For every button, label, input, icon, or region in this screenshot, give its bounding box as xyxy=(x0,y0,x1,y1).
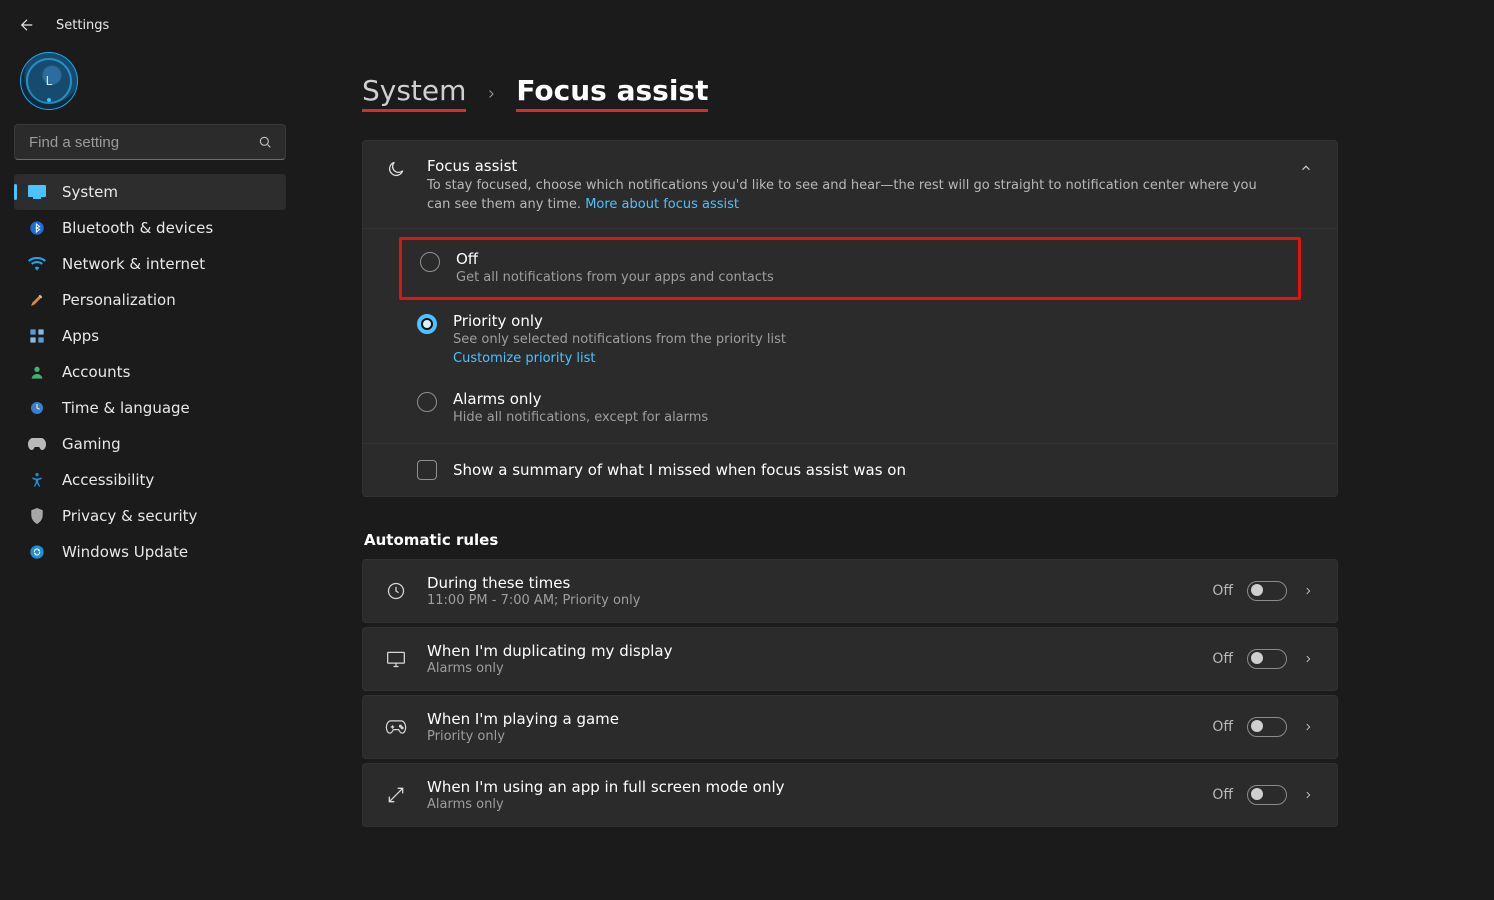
breadcrumb: System Focus assist xyxy=(362,54,1338,112)
globe-clock-icon xyxy=(28,399,46,417)
bluetooth-icon xyxy=(28,219,46,237)
customize-priority-link[interactable]: Customize priority list xyxy=(453,351,786,366)
sidebar-item-label: Personalization xyxy=(62,291,176,309)
apps-icon xyxy=(28,327,46,345)
person-icon xyxy=(28,363,46,381)
sidebar-item-label: Windows Update xyxy=(62,543,188,561)
sidebar-item-privacy[interactable]: Privacy & security xyxy=(14,498,286,534)
rule-state: Off xyxy=(1212,583,1233,599)
rule-subtitle: Priority only xyxy=(427,729,1192,744)
sidebar-item-personalization[interactable]: Personalization xyxy=(14,282,286,318)
radio-description: Get all notifications from your apps and… xyxy=(456,270,774,285)
focus-assist-card: Focus assist To stay focused, choose whi… xyxy=(362,140,1338,498)
display-icon xyxy=(28,183,46,201)
sidebar-item-update[interactable]: Windows Update xyxy=(14,534,286,570)
sidebar-item-label: Time & language xyxy=(62,399,190,417)
sidebar-item-accessibility[interactable]: Accessibility xyxy=(14,462,286,498)
radio-label: Priority only xyxy=(453,312,786,330)
rule-during-times[interactable]: During these times 11:00 PM - 7:00 AM; P… xyxy=(362,559,1338,623)
toggle-switch[interactable] xyxy=(1247,717,1287,737)
wifi-icon xyxy=(28,255,46,273)
radio-icon xyxy=(420,252,440,272)
rule-state: Off xyxy=(1212,719,1233,735)
gamepad-icon xyxy=(28,435,46,453)
chevron-right-icon[interactable] xyxy=(1301,720,1315,734)
sidebar-item-label: Network & internet xyxy=(62,255,205,273)
avatar[interactable]: L xyxy=(20,52,78,110)
shield-icon xyxy=(28,507,46,525)
rule-subtitle: Alarms only xyxy=(427,661,1192,676)
back-icon[interactable] xyxy=(16,14,38,36)
paintbrush-icon xyxy=(28,291,46,309)
sidebar-item-gaming[interactable]: Gaming xyxy=(14,426,286,462)
radio-option-priority[interactable]: Priority only See only selected notifica… xyxy=(363,300,1337,378)
search-input[interactable] xyxy=(14,124,286,160)
radio-icon xyxy=(417,392,437,412)
rules-section-title: Automatic rules xyxy=(364,531,1338,549)
toggle-switch[interactable] xyxy=(1247,649,1287,669)
toggle-switch[interactable] xyxy=(1247,785,1287,805)
checkbox-icon xyxy=(417,460,437,480)
rule-title: When I'm duplicating my display xyxy=(427,642,1192,660)
focus-card-desc: To stay focused, choose which notificati… xyxy=(427,177,1265,215)
rule-duplicating-display[interactable]: When I'm duplicating my display Alarms o… xyxy=(362,627,1338,691)
radio-description: See only selected notifications from the… xyxy=(453,332,786,347)
chevron-right-icon[interactable] xyxy=(1301,584,1315,598)
rule-fullscreen-app[interactable]: When I'm using an app in full screen mod… xyxy=(362,763,1338,827)
rule-state: Off xyxy=(1212,787,1233,803)
gamepad-icon xyxy=(385,720,407,734)
accessibility-icon xyxy=(28,471,46,489)
chevron-right-icon xyxy=(482,85,500,103)
chevron-right-icon[interactable] xyxy=(1301,652,1315,666)
breadcrumb-parent[interactable]: System xyxy=(362,76,466,112)
sidebar-item-accounts[interactable]: Accounts xyxy=(14,354,286,390)
rule-subtitle: Alarms only xyxy=(427,797,1192,812)
app-title: Settings xyxy=(56,18,109,33)
rule-state: Off xyxy=(1212,651,1233,667)
toggle-switch[interactable] xyxy=(1247,581,1287,601)
rule-title: When I'm using an app in full screen mod… xyxy=(427,778,1192,796)
breadcrumb-current: Focus assist xyxy=(516,76,708,112)
rule-title: When I'm playing a game xyxy=(427,710,1192,728)
rule-playing-game[interactable]: When I'm playing a game Priority only Of… xyxy=(362,695,1338,759)
radio-label: Off xyxy=(456,250,774,268)
radio-description: Hide all notifications, except for alarm… xyxy=(453,410,708,425)
sidebar-item-label: System xyxy=(62,183,118,201)
radio-option-off[interactable]: Off Get all notifications from your apps… xyxy=(399,237,1301,300)
sidebar-item-apps[interactable]: Apps xyxy=(14,318,286,354)
sidebar-item-label: Privacy & security xyxy=(62,507,197,525)
search-icon xyxy=(257,134,273,150)
sidebar: L System Bluetooth & devices xyxy=(0,42,300,871)
rule-title: During these times xyxy=(427,574,1192,592)
sidebar-item-system[interactable]: System xyxy=(14,174,286,210)
radio-label: Alarms only xyxy=(453,390,708,408)
sidebar-item-label: Bluetooth & devices xyxy=(62,219,213,237)
main-content: System Focus assist Focus assist To stay… xyxy=(300,42,1494,871)
chevron-right-icon[interactable] xyxy=(1301,788,1315,802)
sidebar-item-bluetooth[interactable]: Bluetooth & devices xyxy=(14,210,286,246)
rule-subtitle: 11:00 PM - 7:00 AM; Priority only xyxy=(427,593,1192,608)
sidebar-item-label: Apps xyxy=(62,327,99,345)
fullscreen-icon xyxy=(385,785,407,805)
moon-icon xyxy=(385,157,407,179)
clock-icon xyxy=(385,581,407,601)
summary-checkbox-label: Show a summary of what I missed when foc… xyxy=(453,461,906,479)
summary-checkbox-row[interactable]: Show a summary of what I missed when foc… xyxy=(363,444,1337,496)
sidebar-item-label: Accounts xyxy=(62,363,130,381)
focus-card-link[interactable]: More about focus assist xyxy=(585,197,739,212)
sidebar-item-label: Gaming xyxy=(62,435,121,453)
chevron-up-icon[interactable] xyxy=(1297,159,1315,177)
monitor-icon xyxy=(385,650,407,668)
radio-icon-selected xyxy=(417,314,437,334)
focus-card-title: Focus assist xyxy=(427,157,1265,175)
sidebar-item-network[interactable]: Network & internet xyxy=(14,246,286,282)
focus-card-header[interactable]: Focus assist To stay focused, choose whi… xyxy=(363,141,1337,230)
sidebar-item-time[interactable]: Time & language xyxy=(14,390,286,426)
sidebar-item-label: Accessibility xyxy=(62,471,154,489)
radio-option-alarms[interactable]: Alarms only Hide all notifications, exce… xyxy=(363,378,1337,443)
update-icon xyxy=(28,543,46,561)
